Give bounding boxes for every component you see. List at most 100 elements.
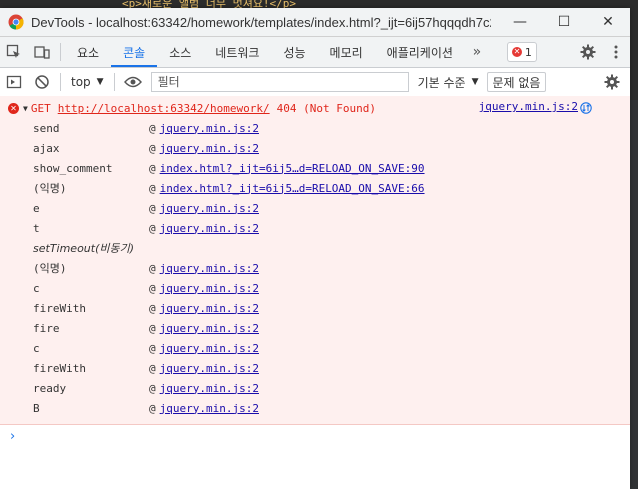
expand-triangle-icon[interactable]: ▼: [23, 104, 28, 113]
title-bar: DevTools - localhost:63342/homework/temp…: [0, 8, 630, 37]
settings-gear-icon[interactable]: [574, 37, 602, 67]
stack-frame: B @ jquery.min.js:2: [0, 398, 630, 418]
stack-frame: fireWith @ jquery.min.js:2: [0, 358, 630, 378]
stack-trace: send @ jquery.min.js:2 ajax @ jquery.min.js:…: [0, 118, 630, 418]
stack-function: fire: [33, 321, 60, 335]
console-settings-gear-icon[interactable]: [598, 67, 626, 97]
request-method: GET: [30, 101, 51, 115]
error-count-badge[interactable]: ✕ 1: [506, 42, 537, 62]
stack-function: show_comment: [33, 161, 113, 175]
context-selector[interactable]: top ▼: [65, 71, 110, 93]
tab-performance[interactable]: 성능: [271, 37, 317, 67]
devtools-window: DevTools - localhost:63342/homework/temp…: [0, 8, 630, 489]
stack-frame: ajax @ jquery.min.js:2: [0, 138, 630, 158]
live-expression-eye-icon[interactable]: [119, 67, 147, 97]
network-request-icon[interactable]: [580, 102, 592, 114]
stack-function: fireWith: [33, 301, 86, 315]
more-options-icon[interactable]: [602, 37, 630, 67]
tab-console[interactable]: 콘솔: [111, 37, 158, 67]
at-sign: @: [149, 361, 156, 375]
at-sign: @: [149, 281, 156, 295]
window-controls: — ☐ ✕: [498, 8, 630, 36]
stack-location-link[interactable]: jquery.min.js:2: [160, 202, 259, 215]
stack-frame: c @ jquery.min.js:2: [0, 338, 630, 358]
at-sign: @: [149, 201, 156, 215]
stack-frame: ready @ jquery.min.js:2: [0, 378, 630, 398]
tab-elements[interactable]: 요소: [65, 37, 111, 67]
issues-button[interactable]: 문제 없음: [486, 72, 547, 92]
at-sign: @: [149, 261, 156, 275]
async-label: setTimeout(비동기): [33, 242, 135, 255]
toolbar-divider: [113, 73, 115, 91]
stack-location-link[interactable]: jquery.min.js:2: [160, 222, 259, 235]
stack-location-link[interactable]: jquery.min.js:2: [160, 362, 259, 375]
stack-function: (익명): [33, 262, 67, 275]
stack-location-link[interactable]: jquery.min.js:2: [160, 322, 259, 335]
stack-frame: show_comment @ index.html?_ijt=6ij5…d=RELO…: [0, 158, 630, 178]
at-sign: @: [149, 161, 156, 175]
stack-location-link[interactable]: jquery.min.js:2: [160, 142, 259, 155]
devtools-tab-bar: 요소 콘솔 소스 네트워크 성능 메모리 애플리케이션 » ✕ 1: [0, 37, 630, 68]
stack-function: ajax: [33, 141, 60, 155]
prompt-chevron-icon: ›: [10, 428, 16, 444]
tab-network[interactable]: 네트워크: [203, 37, 271, 67]
context-label: top: [71, 75, 91, 89]
error-count: 1: [524, 45, 532, 59]
stack-frame: fire @ jquery.min.js:2: [0, 318, 630, 338]
stack-frame: (익명) @ index.html?_ijt=6ij5…d=RELOAD_ON_SA…: [0, 178, 630, 198]
inspect-element-icon[interactable]: [0, 37, 28, 67]
response-status: 404 (Not Found): [276, 101, 376, 115]
device-toolbar-icon[interactable]: [28, 37, 56, 67]
close-button[interactable]: ✕: [586, 8, 630, 36]
async-boundary: setTimeout(비동기): [0, 238, 630, 258]
stack-function: fireWith: [33, 361, 86, 375]
stack-location-link[interactable]: jquery.min.js:2: [160, 122, 259, 135]
error-message-header[interactable]: ✕ ▼ GET http://localhost:63342/homework/…: [0, 98, 630, 118]
clear-console-icon[interactable]: [28, 67, 56, 97]
stack-location-link[interactable]: jquery.min.js:2: [160, 302, 259, 315]
at-sign: @: [149, 221, 156, 235]
tab-memory[interactable]: 메모리: [318, 37, 375, 67]
at-sign: @: [149, 121, 156, 135]
stack-location-link[interactable]: jquery.min.js:2: [160, 342, 259, 355]
stack-function: c: [33, 281, 40, 295]
stack-frame: send @ jquery.min.js:2: [0, 118, 630, 138]
minimize-button[interactable]: —: [498, 8, 542, 36]
chrome-icon: [8, 14, 24, 30]
error-icon: ✕: [8, 102, 19, 114]
log-levels-label: 기본 수준: [417, 75, 466, 90]
stack-location-link[interactable]: jquery.min.js:2: [160, 262, 259, 275]
tab-sources[interactable]: 소스: [157, 37, 203, 67]
request-url-link[interactable]: http://localhost:63342/homework/: [58, 102, 270, 115]
toolbar-divider: [60, 43, 61, 61]
background-code-line: <p>새로운 앨범 너무 멋져요!</p>: [122, 0, 297, 8]
at-sign: @: [149, 301, 156, 315]
stack-location-link[interactable]: jquery.min.js:2: [160, 382, 259, 395]
stack-function: t: [33, 221, 40, 235]
at-sign: @: [149, 141, 156, 155]
console-prompt[interactable]: ›: [0, 425, 630, 447]
log-levels-dropdown[interactable]: 기본 수준 ▼: [418, 74, 479, 91]
stack-location-link[interactable]: jquery.min.js:2: [160, 402, 259, 415]
stack-function: B: [33, 401, 40, 415]
maximize-button[interactable]: ☐: [542, 8, 586, 36]
more-tabs-button[interactable]: »: [465, 37, 489, 67]
window-title: DevTools - localhost:63342/homework/temp…: [31, 14, 491, 30]
stack-location-link[interactable]: jquery.min.js:2: [160, 282, 259, 295]
chevron-down-icon: ▼: [471, 77, 479, 87]
at-sign: @: [149, 181, 156, 195]
stack-function: e: [33, 201, 40, 215]
chevron-down-icon: ▼: [96, 77, 104, 87]
console-toolbar: top ▼ 기본 수준 ▼ 문제 없음: [0, 68, 630, 97]
error-message: ✕ ▼ GET http://localhost:63342/homework/…: [0, 96, 630, 425]
stack-location-link[interactable]: index.html?_ijt=6ij5…d=RELOAD_ON_SAVE:66: [160, 182, 425, 195]
tab-bar-right-tools: [574, 37, 630, 67]
tab-application[interactable]: 애플리케이션: [375, 37, 465, 67]
stack-location-link[interactable]: index.html?_ijt=6ij5…d=RELOAD_ON_SAVE:90: [160, 162, 425, 175]
stack-function: (익명): [33, 182, 67, 195]
stack-frame: c @ jquery.min.js:2: [0, 278, 630, 298]
at-sign: @: [149, 321, 156, 335]
message-source-link[interactable]: jquery.min.js:2: [479, 100, 578, 113]
sidebar-toggle-icon[interactable]: [0, 67, 28, 97]
filter-input[interactable]: [150, 72, 409, 92]
